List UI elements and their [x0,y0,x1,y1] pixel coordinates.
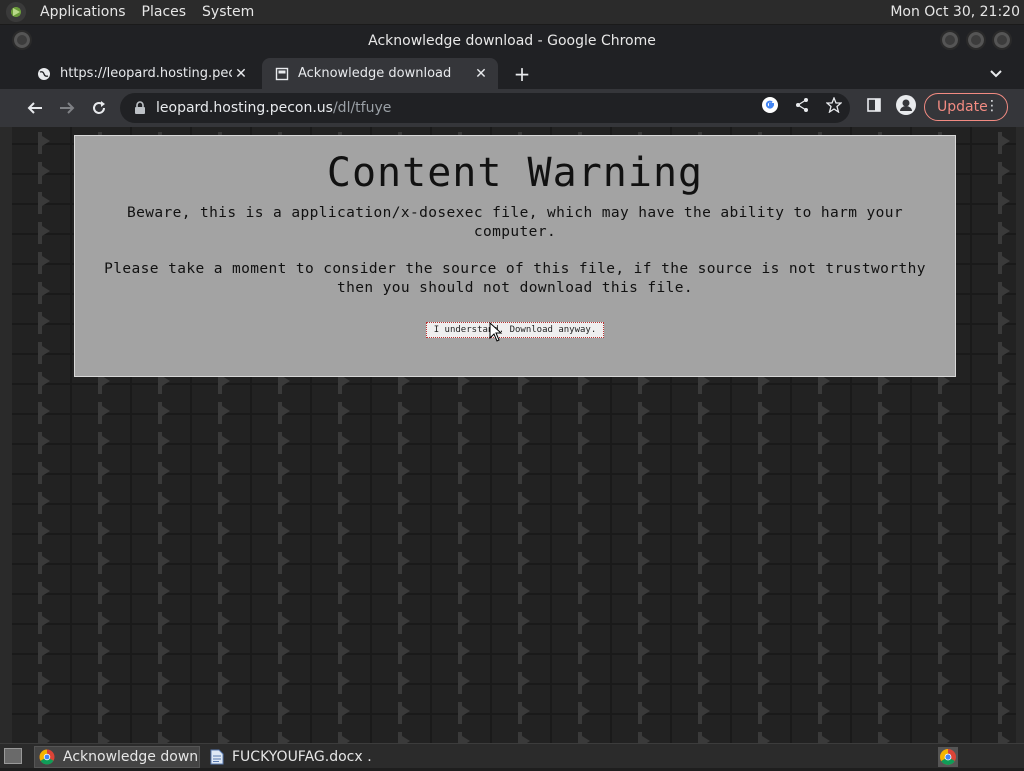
side-panel-icon[interactable] [864,95,884,115]
profile-avatar-icon[interactable] [896,95,916,115]
clock[interactable]: Mon Oct 30, 21:20 [890,4,1020,20]
page-icon [274,66,290,82]
globe-icon [36,66,52,82]
advice-text: Please take a moment to consider the sou… [104,261,926,296]
tab-leopard-url[interactable]: https://leopard.hosting.pecon.us/dl/tfuy… [24,58,258,89]
show-desktop-button[interactable] [4,748,22,764]
taskbar-item-document[interactable]: FUCKYOUFAG.docx … [206,746,372,768]
system-menu[interactable]: System [194,4,262,20]
taskbar: Acknowledge down… FUCKYOUFAG.docx … [0,743,1024,768]
lock-icon[interactable] [134,101,146,115]
tab-label: https://leopard.hosting.pecon.us/dl/tfuy… [60,66,232,81]
chrome-icon [39,749,55,765]
tray-chrome-icon[interactable] [938,747,958,767]
close-tab-icon[interactable]: ✕ [472,65,490,83]
page-viewport: Content Warning Beware, this is a applic… [12,127,1016,743]
share-icon[interactable] [792,95,812,115]
google-lens-icon[interactable] [760,95,780,115]
window-menu-icon[interactable] [12,30,32,50]
back-arrow-icon[interactable] [24,97,46,119]
more-menu-icon[interactable]: ⋮ [985,98,999,114]
taskbar-item-chrome[interactable]: Acknowledge down… [34,746,200,768]
window-left-edge [0,127,12,743]
tab-strip: https://leopard.hosting.pecon.us/dl/tfuy… [0,56,1024,89]
close-tab-icon[interactable]: ✕ [232,65,250,83]
applications-menu[interactable]: Applications [32,4,134,20]
page-title: Content Warning [326,150,704,196]
distro-logo-icon[interactable] [6,2,26,22]
forward-arrow-icon[interactable] [56,97,78,119]
tab-label: Acknowledge download [298,66,452,81]
window-title: Acknowledge download - Google Chrome [368,32,656,49]
scrollbar[interactable] [1016,127,1024,743]
task-label: Acknowledge down… [63,749,200,765]
url-host: leopard.hosting.pecon.us [156,100,333,116]
content-warning-panel: Content Warning Beware, this is a applic… [74,135,956,377]
top-panel: Applications Places System Mon Oct 30, 2… [0,0,1024,25]
download-anyway-button[interactable]: I understand. Download anyway. [425,322,605,338]
update-label: Update [937,99,988,115]
bookmark-star-icon[interactable] [824,95,844,115]
url-path: /dl/tfuye [332,100,392,116]
address-bar[interactable]: leopard.hosting.pecon.us/dl/tfuye [120,93,850,123]
task-label: FUCKYOUFAG.docx … [232,749,372,765]
close-window-button[interactable] [992,30,1012,50]
window-titlebar[interactable]: Acknowledge download - Google Chrome [0,25,1024,56]
browser-toolbar: leopard.hosting.pecon.us/dl/tfuye Update… [0,89,1024,127]
tab-acknowledge-download[interactable]: Acknowledge download ✕ [262,58,498,89]
minimize-button[interactable] [940,30,960,50]
reload-icon[interactable] [88,97,110,119]
new-tab-button[interactable]: + [511,64,533,86]
warning-text: Beware, this is a application/x-dosexec … [126,205,904,240]
maximize-button[interactable] [966,30,986,50]
tab-search-chevron-down-icon[interactable] [988,65,1004,81]
mouse-cursor-icon [489,322,503,342]
update-button[interactable]: Update ⋮ [924,93,1008,121]
document-icon [210,749,224,765]
places-menu[interactable]: Places [134,4,195,20]
